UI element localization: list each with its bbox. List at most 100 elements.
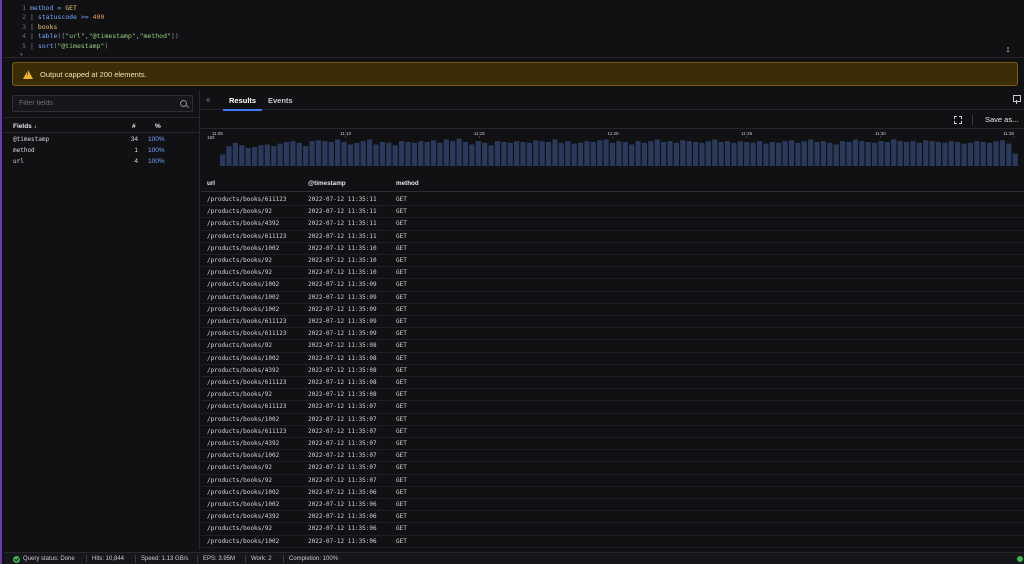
timeline-chart[interactable]: 163 11:05 11:10 11:15 11:20 11:25 11:30 11:35 bbox=[207, 130, 1019, 168]
query-line[interactable]: | sort("@timestamp") bbox=[30, 42, 179, 51]
table-row[interactable]: /products/books/1002 2022-07-12 11:35:06 G… bbox=[201, 536, 1024, 548]
timeline-bar[interactable] bbox=[635, 141, 641, 166]
timeline-bar[interactable] bbox=[859, 141, 865, 166]
query-line[interactable]: | table(["url","@timestamp","method"]) bbox=[30, 32, 179, 41]
timeline-bar[interactable] bbox=[814, 141, 820, 166]
timeline-bar[interactable] bbox=[603, 139, 609, 167]
timeline-bar[interactable] bbox=[846, 141, 852, 166]
timeline-bar[interactable] bbox=[827, 142, 833, 166]
timeline-bar[interactable] bbox=[514, 141, 520, 166]
timestamp-column-header[interactable]: @timestamp bbox=[308, 180, 346, 187]
table-row[interactable]: /products/books/1002 2022-07-12 11:35:10 G… bbox=[201, 243, 1024, 255]
timeline-bar[interactable] bbox=[629, 144, 635, 166]
tab-events[interactable]: Events bbox=[268, 96, 293, 105]
timeline-bar[interactable] bbox=[360, 141, 366, 166]
query-line[interactable]: | books bbox=[30, 23, 179, 32]
timeline-bar[interactable] bbox=[296, 142, 302, 166]
table-row[interactable]: /products/books/611123 2022-07-12 11:35:1… bbox=[201, 231, 1024, 243]
timeline-bar[interactable] bbox=[328, 141, 334, 166]
timeline-bar[interactable] bbox=[386, 142, 392, 166]
table-row[interactable]: /products/books/4392 2022-07-12 11:35:11 G… bbox=[201, 218, 1024, 231]
table-row[interactable]: /products/books/1002 2022-07-12 11:35:06 G… bbox=[201, 487, 1024, 499]
timeline-bar[interactable] bbox=[245, 147, 251, 166]
timeline-bar[interactable] bbox=[622, 141, 628, 166]
timeline-bar[interactable] bbox=[833, 144, 839, 166]
table-row[interactable]: /products/books/92 2022-07-12 11:35:07 GET bbox=[201, 475, 1024, 487]
timeline-bar[interactable] bbox=[955, 141, 961, 166]
filter-fields-input[interactable] bbox=[12, 95, 193, 112]
timeline-bar[interactable] bbox=[597, 140, 603, 166]
timeline-bar[interactable] bbox=[277, 143, 283, 166]
timeline-bar[interactable] bbox=[462, 141, 469, 166]
timeline-bar[interactable] bbox=[367, 139, 373, 167]
table-row[interactable]: /products/books/611123 2022-07-12 11:35:0… bbox=[201, 377, 1024, 390]
timeline-bar[interactable] bbox=[916, 142, 922, 166]
timeline-bar[interactable] bbox=[993, 141, 999, 166]
timeline-bar[interactable] bbox=[724, 141, 731, 166]
table-row[interactable]: /products/books/1002 2022-07-12 11:35:09 G… bbox=[201, 279, 1024, 292]
timeline-bar[interactable] bbox=[795, 142, 801, 166]
table-row[interactable]: /products/books/611123 2022-07-12 11:35:0… bbox=[201, 316, 1024, 329]
timeline-bar[interactable] bbox=[379, 141, 385, 166]
query-line[interactable]: method = GET bbox=[30, 4, 179, 13]
timeline-bar[interactable] bbox=[577, 142, 584, 166]
table-row[interactable]: /products/books/4392 2022-07-12 11:35:06 G… bbox=[201, 511, 1024, 524]
timeline-bar[interactable] bbox=[801, 141, 807, 166]
table-row[interactable]: /products/books/611123 2022-07-12 11:35:0… bbox=[201, 328, 1024, 341]
timeline-bar[interactable] bbox=[264, 144, 270, 166]
timeline-bar[interactable] bbox=[226, 146, 232, 166]
timeline-bar[interactable] bbox=[584, 141, 590, 166]
timeline-bar[interactable] bbox=[558, 142, 564, 166]
table-row[interactable]: /products/books/92 2022-07-12 11:35:08 GET bbox=[201, 340, 1024, 353]
table-row[interactable]: /products/books/611123 2022-07-12 11:35:0… bbox=[201, 401, 1024, 414]
timeline-bar[interactable] bbox=[884, 141, 890, 166]
table-row[interactable]: /products/books/92 2022-07-12 11:35:10 GET bbox=[201, 267, 1024, 280]
table-row[interactable]: /products/books/92 2022-07-12 11:35:08 GET bbox=[201, 389, 1024, 402]
timeline-bar[interactable] bbox=[897, 141, 903, 166]
timeline-bar[interactable] bbox=[910, 141, 916, 166]
timeline-bar[interactable] bbox=[565, 141, 571, 166]
timeline-bar[interactable] bbox=[680, 140, 686, 166]
timeline-bar[interactable] bbox=[303, 146, 309, 166]
timeline-bar[interactable] bbox=[290, 141, 296, 166]
field-row[interactable]: url 4 100% bbox=[4, 156, 200, 167]
timeline-bar[interactable] bbox=[737, 141, 743, 166]
timeline-bar[interactable] bbox=[341, 141, 347, 166]
timeline-bar[interactable] bbox=[648, 141, 654, 166]
timeline-bar[interactable] bbox=[494, 141, 501, 166]
timeline-bar[interactable] bbox=[1012, 153, 1018, 166]
timeline-bar[interactable] bbox=[1006, 143, 1012, 166]
timeline-bar[interactable] bbox=[961, 143, 967, 166]
fields-column-header[interactable]: Fields ↓ bbox=[13, 123, 37, 130]
timeline-bar[interactable] bbox=[782, 141, 788, 166]
table-row[interactable]: /products/books/1002 2022-07-12 11:35:07 G… bbox=[201, 414, 1024, 426]
save-as-button[interactable]: Save as... bbox=[985, 115, 1018, 124]
timeline-bar[interactable] bbox=[590, 141, 596, 166]
timeline-bar[interactable] bbox=[654, 139, 660, 167]
timeline-bar[interactable] bbox=[718, 141, 724, 166]
table-row[interactable]: /products/books/92 2022-07-12 11:35:10 GET bbox=[201, 255, 1024, 268]
method-column-header[interactable]: method bbox=[396, 180, 419, 187]
tab-results[interactable]: Results bbox=[222, 96, 263, 111]
timeline-bar[interactable] bbox=[891, 139, 897, 167]
timeline-bar[interactable] bbox=[641, 142, 648, 166]
timeline-bar[interactable] bbox=[405, 141, 411, 166]
query-line[interactable]: | statuscode >= 400 bbox=[30, 13, 179, 22]
query-editor[interactable]: 12345 method = GET | statuscode >= 400 | b… bbox=[4, 0, 1024, 58]
timeline-bar[interactable] bbox=[373, 144, 379, 166]
table-row[interactable]: /products/books/1002 2022-07-12 11:35:09 G… bbox=[201, 304, 1024, 316]
timeline-bar[interactable] bbox=[450, 141, 456, 166]
timeline-bar[interactable] bbox=[456, 138, 462, 166]
timeline-bar[interactable] bbox=[322, 141, 328, 166]
field-row[interactable]: method 1 100% bbox=[4, 145, 200, 156]
timeline-bar[interactable] bbox=[744, 141, 750, 166]
timeline-bar[interactable] bbox=[756, 141, 763, 166]
timeline-bar[interactable] bbox=[731, 142, 737, 166]
timeline-bar[interactable] bbox=[616, 141, 622, 166]
table-row[interactable]: /products/books/1002 2022-07-12 11:35:08 G… bbox=[201, 353, 1024, 365]
fold-caret-icon[interactable]: ▾ bbox=[20, 52, 23, 58]
timeline-bar[interactable] bbox=[705, 141, 711, 166]
timeline-bar[interactable] bbox=[443, 139, 449, 167]
timeline-bar[interactable] bbox=[788, 140, 795, 166]
timeline-bar[interactable] bbox=[987, 142, 993, 166]
